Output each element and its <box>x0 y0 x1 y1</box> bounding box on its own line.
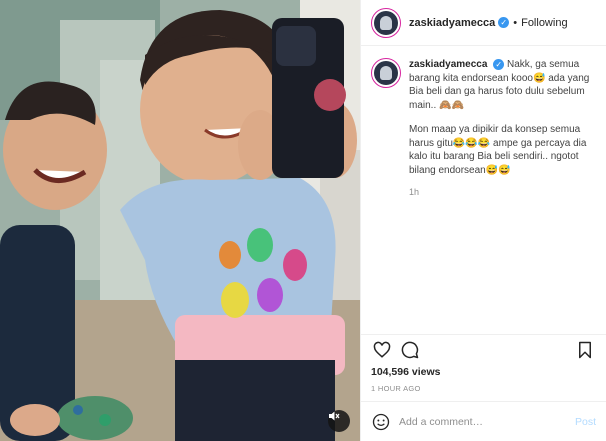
verified-badge-icon: ✓ <box>493 58 505 70</box>
separator-dot: • <box>513 16 518 29</box>
save-button[interactable] <box>574 339 596 361</box>
comment-button[interactable] <box>399 339 421 361</box>
view-count[interactable]: 104,596 views <box>361 364 606 378</box>
caption-paragraph-2: Mon maap ya dipikir da konsep semua haru… <box>409 124 587 176</box>
post-sidebar: zaskiadyamecca ✓ • Following zaskiadyame… <box>360 0 606 441</box>
comments-area: zaskiadyamecca ✓ Nakk, ga semua barang k… <box>361 46 606 334</box>
post-video[interactable] <box>0 0 360 441</box>
comment-bubble-icon <box>401 341 419 358</box>
caption-time[interactable]: 1h <box>409 186 596 200</box>
verified-badge-icon: ✓ <box>498 17 510 28</box>
caption: zaskiadyamecca ✓ Nakk, ga semua barang k… <box>371 58 596 200</box>
smiley-icon <box>372 413 390 430</box>
bookmark-icon <box>579 341 591 358</box>
action-bar <box>361 334 606 364</box>
emoji-button[interactable] <box>371 412 391 432</box>
author-handle[interactable]: zaskiadyamecca <box>409 17 495 29</box>
caption-author[interactable]: zaskiadyamecca <box>409 59 487 70</box>
mute-button[interactable] <box>328 410 350 432</box>
heart-icon <box>373 341 391 358</box>
following-button[interactable]: Following <box>521 17 567 29</box>
video-frame <box>0 0 360 441</box>
post-comment-button[interactable]: Post <box>575 416 596 428</box>
speaker-muted-icon <box>329 411 340 421</box>
caption-text: zaskiadyamecca ✓ Nakk, ga semua barang k… <box>409 58 596 200</box>
like-button[interactable] <box>371 339 393 361</box>
posted-time[interactable]: 1 HOUR AGO <box>361 378 606 393</box>
post-header: zaskiadyamecca ✓ • Following <box>361 0 606 46</box>
instagram-post: zaskiadyamecca ✓ • Following zaskiadyame… <box>0 0 606 441</box>
caption-avatar[interactable] <box>371 58 401 88</box>
comment-input[interactable] <box>399 415 575 428</box>
avatar[interactable] <box>371 7 401 38</box>
comment-form: Post <box>361 401 606 441</box>
